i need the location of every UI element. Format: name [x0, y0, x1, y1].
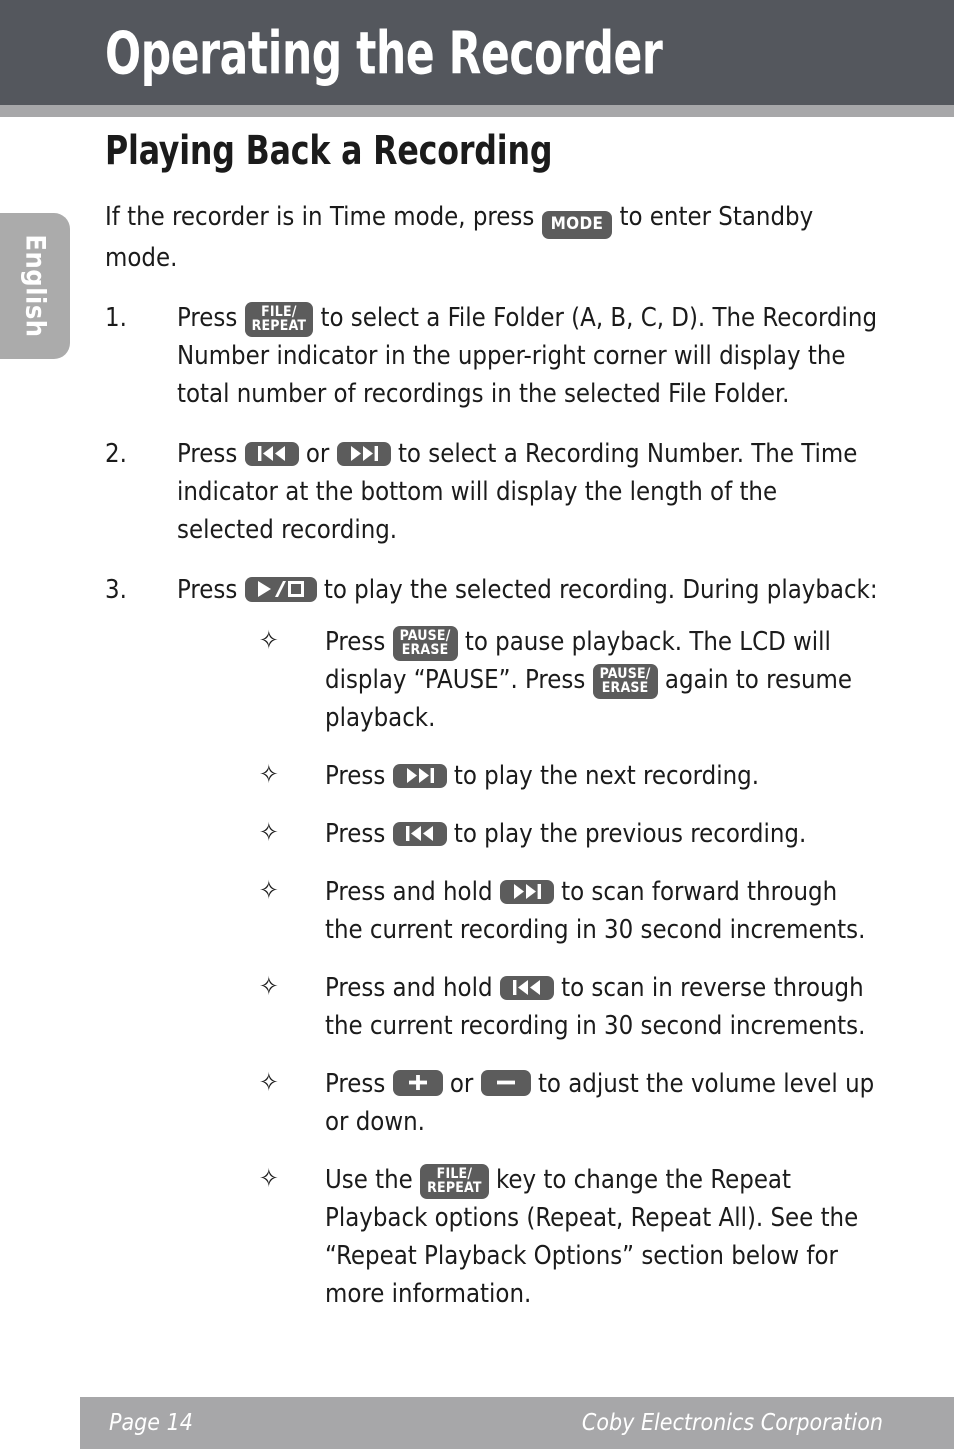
bullet-scan-reverse-text-1: Press and hold	[325, 973, 493, 1003]
sub-bullet-wrapper: ✧ Press PAUSE/ERASE to pause playback. Th…	[177, 623, 880, 1313]
bullet-item-pause: ✧ Press PAUSE/ERASE to pause playback. Th…	[249, 623, 880, 737]
section-heading-text: Playing Back a Recording	[105, 128, 553, 174]
page-content: Playing Back a Recording If the recorder…	[105, 128, 880, 1335]
step-3-text-after: to play the selected recording. During p…	[323, 575, 878, 605]
step-2-text-middle: or	[305, 439, 330, 469]
diamond-bullet-icon: ✧	[259, 818, 279, 848]
file-repeat-key[interactable]: FILE/REPEAT	[244, 302, 314, 337]
step-3-text-before: Press	[177, 575, 238, 605]
footer-page-number: Page 14	[109, 1410, 193, 1436]
intro-paragraph: If the recorder is in Time mode, press M…	[105, 198, 880, 277]
bullet-next-text-1: Press	[325, 761, 386, 791]
language-tab-label: English	[19, 234, 51, 338]
file-repeat-key-line1: FILE/	[261, 304, 297, 320]
diamond-bullet-icon: ✧	[259, 876, 279, 906]
pause-erase-key-2[interactable]: PAUSE/ERASE	[592, 664, 658, 699]
language-tab: English	[0, 213, 70, 359]
bullet-item-volume: ✧ Press or to adjust the volume level up …	[249, 1065, 880, 1141]
bullet-volume-text-2: or	[449, 1069, 474, 1099]
step-number-3: 3.	[105, 575, 127, 605]
file-repeat-key-line1: FILE/	[436, 1166, 473, 1182]
diamond-bullet-icon: ✧	[259, 972, 279, 1002]
pause-erase-key-2-line1: PAUSE/	[599, 666, 651, 682]
bullet-pause-text-1: Press	[325, 627, 386, 657]
page-footer: Page 14 Coby Electronics Corporation	[80, 1397, 954, 1449]
volume-up-icon[interactable]	[392, 1070, 443, 1096]
volume-down-icon[interactable]	[480, 1070, 531, 1096]
bullet-previous-text-1: Press	[325, 819, 386, 849]
pause-erase-key-1[interactable]: PAUSE/ERASE	[392, 626, 458, 661]
file-repeat-key-line2: REPEAT	[427, 1180, 482, 1196]
step-item-2: 2. Press or to select a Recording Number.…	[105, 435, 880, 549]
skip-backward-icon[interactable]	[392, 822, 447, 846]
diamond-bullet-icon: ✧	[259, 1164, 279, 1194]
skip-forward-icon[interactable]	[392, 764, 447, 788]
bullet-item-scan-reverse: ✧ Press and hold to scan in reverse throu…	[249, 969, 880, 1045]
skip-forward-icon[interactable]	[336, 442, 391, 466]
step-1-text-before: Press	[177, 303, 238, 333]
play-stop-icon[interactable]	[244, 577, 317, 602]
skip-forward-icon[interactable]	[499, 880, 554, 904]
intro-text-before: If the recorder is in Time mode, press	[105, 202, 535, 232]
bullet-item-previous: ✧ Press to play the previous recording.	[249, 815, 880, 853]
bullet-item-repeat: ✧ Use the FILE/REPEAT key to change the R…	[249, 1161, 880, 1313]
step-2-text-before: Press	[177, 439, 238, 469]
skip-backward-icon[interactable]	[244, 442, 299, 466]
step-item-1: 1. Press FILE/REPEAT to select a File Fol…	[105, 299, 880, 413]
mode-key[interactable]: MODE	[541, 211, 613, 239]
bullet-next-text-2: to play the next recording.	[453, 761, 759, 791]
bullet-scan-forward-text-1: Press and hold	[325, 877, 493, 907]
step-number-1: 1.	[105, 303, 127, 333]
diamond-bullet-icon: ✧	[259, 626, 279, 656]
chapter-title-text: Operating the Recorder	[105, 18, 663, 87]
pause-erase-key-1-line1: PAUSE/	[399, 628, 451, 644]
bullet-item-scan-forward: ✧ Press and hold to scan forward through …	[249, 873, 880, 949]
chapter-header-bar: Operating the Recorder	[0, 0, 954, 105]
step-number-2: 2.	[105, 439, 127, 469]
bullet-volume-text-1: Press	[325, 1069, 386, 1099]
pause-erase-key-2-line2: ERASE	[601, 680, 649, 696]
pause-erase-key-1-line2: ERASE	[401, 642, 449, 658]
file-repeat-key-line2: REPEAT	[251, 318, 307, 334]
playback-bullet-list: ✧ Press PAUSE/ERASE to pause playback. Th…	[249, 623, 880, 1313]
bullet-repeat-text-1: Use the	[325, 1165, 413, 1195]
file-repeat-key[interactable]: FILE/REPEAT	[420, 1164, 489, 1199]
diamond-bullet-icon: ✧	[259, 1068, 279, 1098]
numbered-step-list: 1. Press FILE/REPEAT to select a File Fol…	[105, 299, 880, 1313]
header-rule	[0, 105, 954, 117]
skip-backward-icon[interactable]	[499, 976, 554, 1000]
footer-company-name: Coby Electronics Corporation	[581, 1410, 883, 1436]
bullet-item-next: ✧ Press to play the next recording.	[249, 757, 880, 795]
step-item-3: 3. Press to play the selected recording. …	[105, 571, 880, 1313]
bullet-previous-text-2: to play the previous recording.	[453, 819, 807, 849]
chapter-title: Operating the Recorder	[105, 18, 802, 87]
diamond-bullet-icon: ✧	[259, 760, 279, 790]
section-heading: Playing Back a Recording	[105, 128, 880, 174]
